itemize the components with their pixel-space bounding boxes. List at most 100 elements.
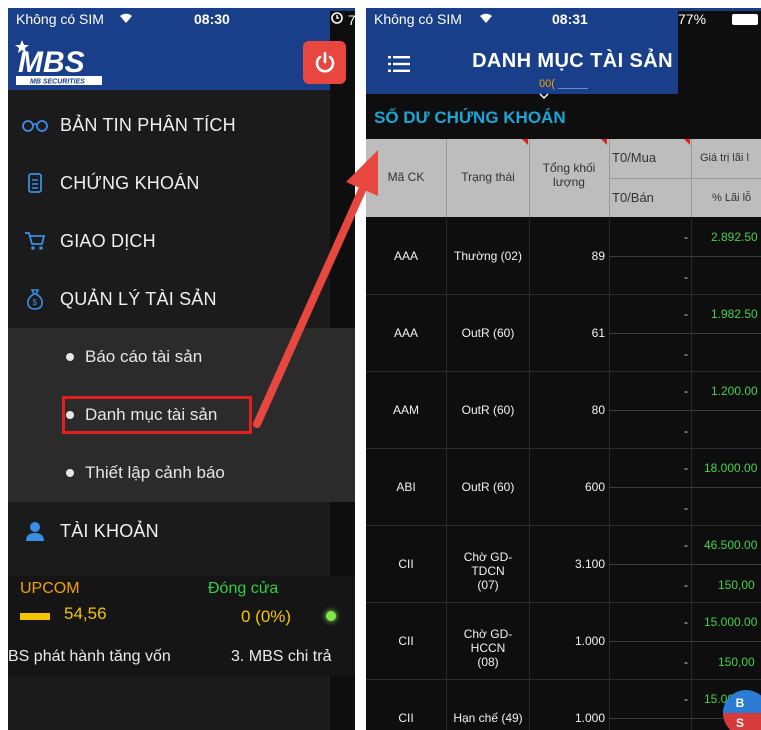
menu-item-label: TÀI KHOẢN <box>60 520 159 541</box>
submenu-item-portfolio[interactable]: Danh mục tài sản <box>8 386 355 444</box>
submenu-item-alert-settings[interactable]: Thiết lập cảnh báo <box>8 444 355 502</box>
cell-status: Hạn chế (49) <box>453 711 523 725</box>
cell-t0-buy: - <box>684 692 688 706</box>
status-bar: Không có SIM 08:31 77% <box>366 8 761 730</box>
cell-t0-sell: - <box>684 578 688 592</box>
cell-pnl-pct: 150,00 <box>718 655 755 669</box>
portfolio-screen: Không có SIM 08:31 77% DANH MỤC TÀI SẢN … <box>366 8 761 730</box>
wifi-icon <box>478 11 494 27</box>
svg-text:$: $ <box>33 298 38 307</box>
side-menu-screen: Không có SIM 08:30 7 MBS MB SECURITIES B… <box>8 8 355 730</box>
cell-t0-sell: - <box>684 347 688 361</box>
asset-submenu: Báo cáo tài sản Danh mục tài sản Thiết l… <box>8 328 355 502</box>
account-selector[interactable]: 00( <box>539 78 599 100</box>
cell-t0-sell: - <box>684 501 688 515</box>
holdings-table: AAA Thường (02) 89 - - 2.892.50 AAA OutR… <box>366 218 761 730</box>
portfolio-header: Không có SIM 08:31 77% DANH MỤC TÀI SẢN … <box>366 8 761 730</box>
cart-icon <box>22 230 48 252</box>
submenu-item-asset-report[interactable]: Báo cáo tài sản <box>8 328 355 386</box>
table-header: Mã CK Trạng thái Tổng khối lượng T0/Mua … <box>366 139 761 217</box>
col-t0-buy-header[interactable]: T0/Mua <box>612 151 682 165</box>
market-status: Đóng cửa <box>208 580 279 597</box>
carrier-label: Không có SIM <box>16 11 104 27</box>
menu-item-trading[interactable]: GIAO DỊCH <box>8 212 355 270</box>
cell-pnl: 15.000.00 <box>704 615 758 629</box>
logout-button[interactable] <box>303 41 346 84</box>
logo-subtext: MB SECURITIES <box>30 79 85 86</box>
cell-code: CII <box>398 634 414 648</box>
cell-t0-buy: - <box>684 230 688 244</box>
news-ticker[interactable]: BS phát hành tăng vốn 3. MBS chi trả <box>8 648 355 674</box>
cell-status: Thường (02) <box>454 249 522 263</box>
cell-t0-sell: - <box>684 655 688 669</box>
cell-code: AAA <box>393 249 418 263</box>
highlight-box <box>62 396 252 434</box>
live-indicator-icon <box>326 611 336 621</box>
submenu-label: Báo cáo tài sản <box>85 347 203 366</box>
cell-pnl: 46.500.00 <box>704 538 758 552</box>
cell-t0-buy: - <box>684 461 688 475</box>
logo-text: MBS <box>18 46 85 79</box>
cell-t0-buy: - <box>684 615 688 629</box>
alarm-icon <box>331 12 343 24</box>
wifi-icon <box>118 11 134 27</box>
table-row[interactable]: CII Hạn chế (49) 1.000 - 15.000.00 <box>366 680 761 730</box>
cell-volume: 1.000 <box>574 711 605 725</box>
cell-status: OutR (60) <box>461 326 515 340</box>
side-menu: BẢN TIN PHÂN TÍCH CHỨNG KHOÁN GIAO DỊCH … <box>8 96 355 560</box>
section-title: SỐ DƯ CHỨNG KHOÁN <box>366 104 761 138</box>
buy-sell-fab[interactable]: B S <box>723 690 761 730</box>
table-row[interactable]: AAM OutR (60) 80 - - 1.200.00 <box>366 372 761 449</box>
menu-item-label: BẢN TIN PHÂN TÍCH <box>60 114 236 135</box>
cell-pnl: 2.892.50 <box>711 230 758 244</box>
table-row[interactable]: ABI OutR (60) 600 - - 18.000.00 <box>366 449 761 526</box>
cell-code: AAA <box>393 326 418 340</box>
col-code-header[interactable]: Mã CK <box>366 170 446 184</box>
bullet-dot <box>66 353 74 361</box>
table-row[interactable]: AAA Thường (02) 89 - - 2.892.50 <box>366 218 761 295</box>
index-value: 54,56 <box>64 604 107 623</box>
table-row[interactable]: CII Chờ GD-HCCN (08) 1.000 - - 15.000.00… <box>366 603 761 680</box>
carrier-label: Không có SIM <box>374 11 462 27</box>
col-status-header[interactable]: Trạng thái <box>447 170 529 184</box>
table-row[interactable]: AAA OutR (60) 61 - - 1.982.50 <box>366 295 761 372</box>
cell-volume: 61 <box>591 326 605 340</box>
menu-header: Không có SIM 08:30 7 MBS MB SECURITIES <box>8 8 355 730</box>
battery-partial: 7 <box>347 12 355 28</box>
index-flat-indicator <box>20 613 50 620</box>
money-bag-icon: $ <box>22 288 48 310</box>
col-pnl-header[interactable]: Giá trị lãi l <box>700 151 761 165</box>
document-icon <box>22 172 48 194</box>
cell-status: OutR (60) <box>461 403 515 417</box>
status-bar: Không có SIM 08:30 7 <box>8 8 355 730</box>
clock: 08:30 <box>194 11 230 27</box>
chevron-down-icon <box>539 93 549 100</box>
screenshot-canvas: Không có SIM 08:30 7 MBS MB SECURITIES B… <box>0 0 761 730</box>
col-t0-sell-header[interactable]: T0/Bán <box>612 191 682 205</box>
menu-item-account[interactable]: TÀI KHOẢN <box>8 502 355 560</box>
power-icon <box>315 51 334 72</box>
col-pnl-pct-header[interactable]: % Lãi lỗ <box>712 191 761 205</box>
menu-item-analysis[interactable]: BẢN TIN PHÂN TÍCH <box>8 96 355 154</box>
glasses-icon <box>22 114 48 136</box>
cell-t0-sell: - <box>684 270 688 284</box>
menu-item-label: QUẢN LÝ TÀI SẢN <box>60 288 217 309</box>
clock: 08:31 <box>552 11 588 27</box>
cell-t0-sell: - <box>684 424 688 438</box>
col-volume-header[interactable]: Tổng khối lượng <box>530 161 608 189</box>
cell-status: OutR (60) <box>461 480 515 494</box>
cell-volume: 80 <box>591 403 605 417</box>
menu-item-label: GIAO DỊCH <box>60 230 156 251</box>
menu-item-asset-management[interactable]: $ QUẢN LÝ TÀI SẢN <box>8 270 355 328</box>
cell-code: CII <box>398 711 414 725</box>
index-change: 0 (0%) <box>241 607 292 626</box>
cell-t0-buy: - <box>684 307 688 321</box>
user-icon <box>22 520 48 542</box>
cell-volume: 3.100 <box>574 557 605 571</box>
cell-volume: 600 <box>584 480 605 494</box>
battery-icon <box>732 14 758 25</box>
table-row[interactable]: CII Chờ GD-TDCN (07) 3.100 - - 46.500.00… <box>366 526 761 603</box>
menu-item-securities[interactable]: CHỨNG KHOÁN <box>8 154 355 212</box>
cell-pnl: 1.200.00 <box>711 384 758 398</box>
cell-pnl: 18.000.00 <box>704 461 758 475</box>
